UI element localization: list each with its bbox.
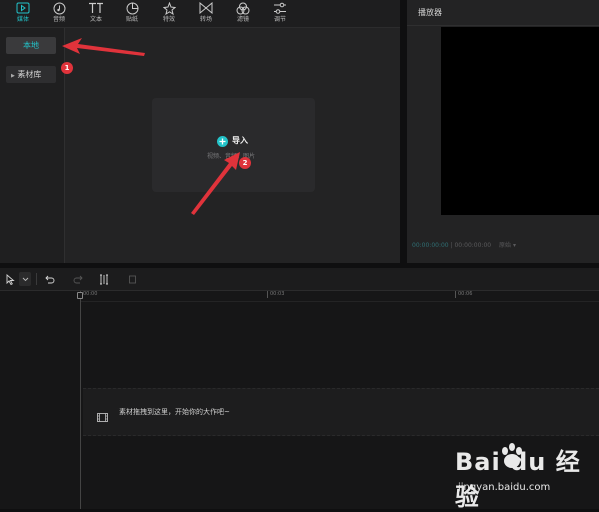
annotation-badge-1: 1 <box>61 62 73 74</box>
watermark-brand: Bai du 经验 <box>455 448 581 511</box>
annotation-overlay <box>62 38 240 215</box>
annotation-arrow-1 <box>62 38 145 56</box>
watermark-url: jingyan.baidu.com <box>458 482 551 493</box>
annotation-badge-2: 2 <box>239 157 251 169</box>
annotation-arrow-2 <box>191 152 240 215</box>
baidu-watermark: Bai du 经验 jingyan.baidu.com <box>455 440 595 511</box>
